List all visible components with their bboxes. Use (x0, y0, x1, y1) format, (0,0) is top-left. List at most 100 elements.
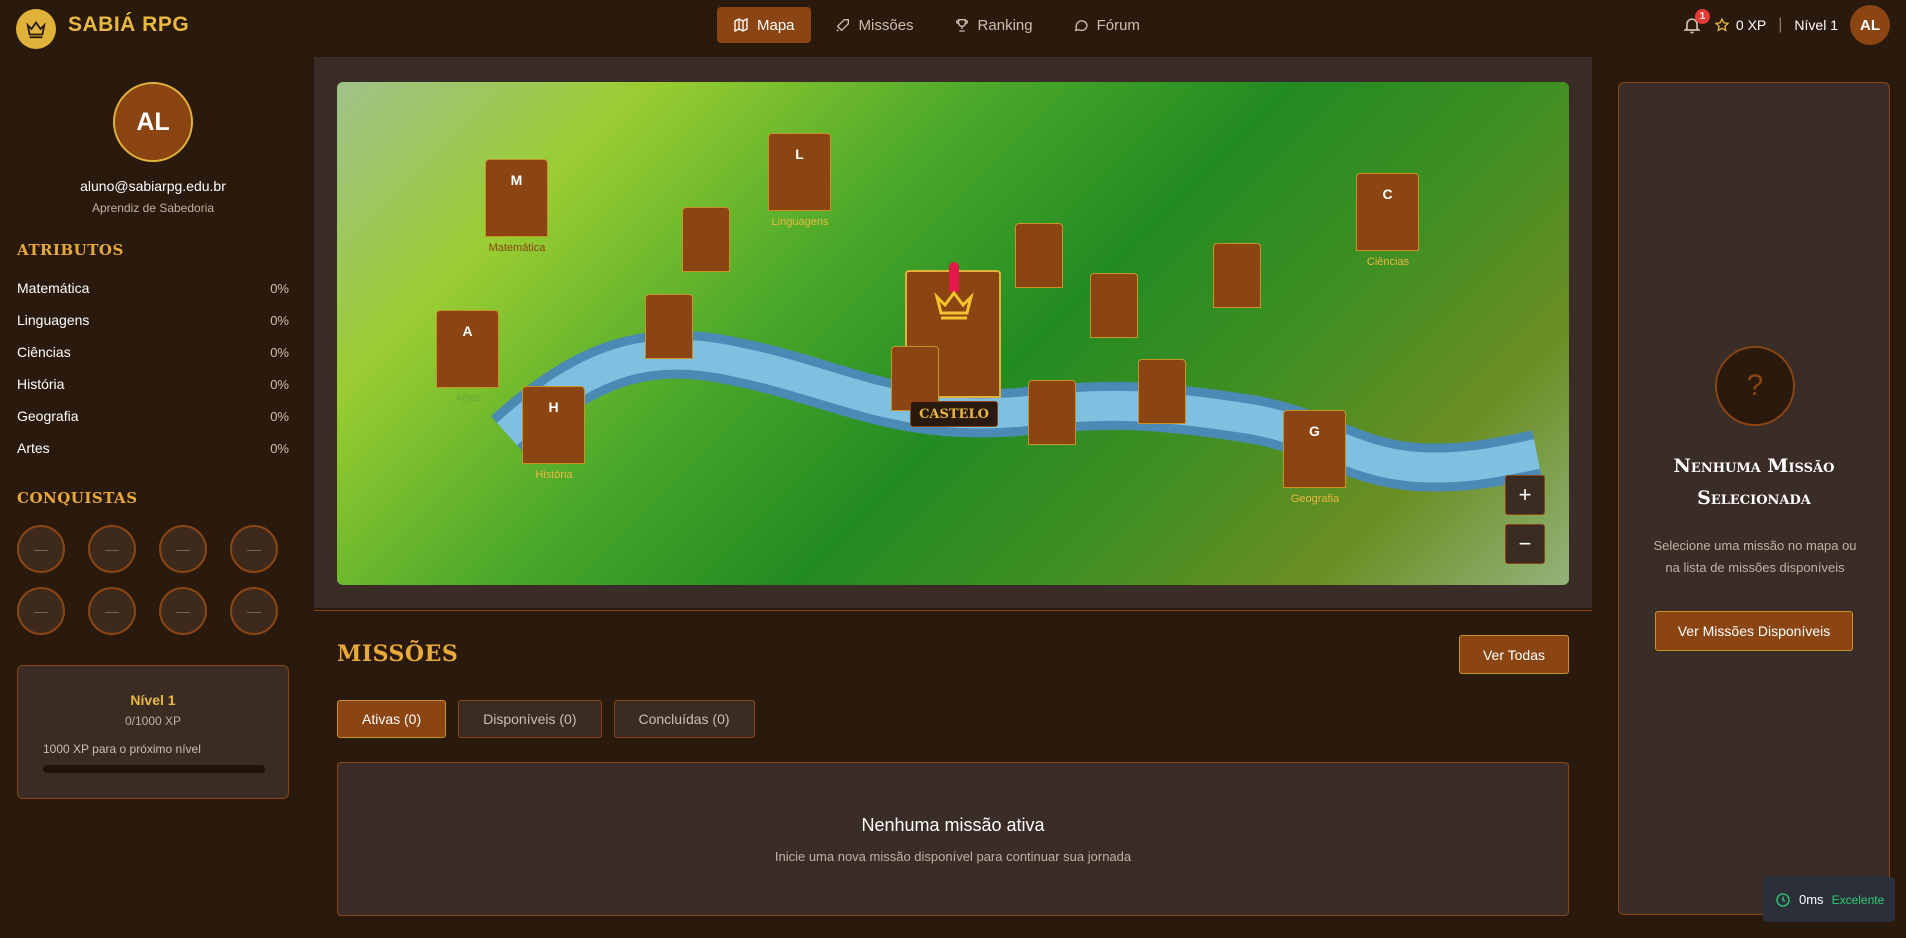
see-all-button[interactable]: Ver Todas (1459, 635, 1569, 674)
empty-title: Nenhuma missão ativa (861, 815, 1045, 835)
map-panel: M Matemática L Linguagens C Ciências A A… (314, 57, 1592, 608)
house[interactable] (1028, 380, 1076, 445)
nav-label: Fórum (1096, 16, 1140, 34)
map-icon (734, 17, 748, 33)
building-label: Linguagens (771, 216, 829, 228)
level-next: 1000 XP para o próximo nível (43, 742, 201, 756)
zoom-in-button[interactable]: + (1505, 475, 1545, 515)
top-header: SABIÁ RPG Mapa Missões Ranking Fórum 1 0… (0, 0, 1906, 50)
no-mission-title: Nenhuma Missão Selecionada (1673, 455, 1835, 509)
house[interactable] (682, 207, 730, 272)
level-progress-bar (43, 765, 265, 773)
achievement-slot[interactable]: — (17, 525, 65, 573)
header-level: Nível 1 (1794, 17, 1838, 33)
header-right: 1 0 XP | Nível 1 AL (1682, 5, 1890, 45)
achievement-slot[interactable]: — (230, 525, 278, 573)
sword-icon (836, 19, 849, 32)
mission-tabs: Ativas (0) Disponíveis (0) Concluídas (0… (337, 700, 755, 738)
crown-logo-icon[interactable] (16, 9, 56, 49)
attribute-name: Matemática (17, 280, 90, 296)
building-ciencias[interactable]: C (1356, 173, 1419, 251)
nav-ranking[interactable]: Ranking (938, 7, 1049, 43)
attribute-value: 0% (270, 440, 289, 456)
location-pin-icon (949, 262, 959, 292)
profile-sidebar: AL aluno@sabiarpg.edu.br Aprendiz de Sab… (0, 56, 306, 938)
notification-badge: 1 (1694, 9, 1710, 24)
attribute-row: Matemática 0% (17, 272, 289, 304)
nav-mapa[interactable]: Mapa (717, 7, 811, 43)
world-map[interactable]: M Matemática L Linguagens C Ciências A A… (337, 82, 1569, 585)
attribute-value: 0% (270, 408, 289, 424)
level-title: Nível 1 (130, 692, 176, 708)
building-geografia[interactable]: G (1283, 410, 1346, 488)
perf-time: 0ms (1799, 892, 1824, 907)
achievement-slot[interactable]: — (230, 587, 278, 635)
nav-missoes[interactable]: Missões (819, 7, 930, 43)
tab-ativas[interactable]: Ativas (0) (337, 700, 447, 738)
attributes-list: Matemática 0% Linguagens 0% Ciências 0% His… (17, 272, 289, 464)
building-label: História (535, 469, 573, 481)
chat-icon (1074, 20, 1088, 32)
castle-label: CASTELO (910, 401, 998, 427)
achievements-title: CONQUISTAS (17, 489, 138, 507)
attribute-row: Artes 0% (17, 432, 289, 464)
question-icon: ? (1715, 346, 1795, 426)
attribute-name: Ciências (17, 344, 71, 360)
bell-icon[interactable]: 1 (1682, 9, 1710, 35)
attribute-name: História (17, 376, 65, 392)
level-card: Nível 1 0/1000 XP 1000 XP para o próximo… (17, 665, 289, 799)
tab-concluidas[interactable]: Concluídas (0) (613, 700, 755, 738)
achievement-slot[interactable]: — (88, 525, 136, 573)
attribute-row: História 0% (17, 368, 289, 400)
achievement-slot[interactable]: — (88, 587, 136, 635)
building-letter: C (1382, 186, 1393, 202)
view-available-missions-button[interactable]: Ver Missões Disponíveis (1655, 611, 1853, 651)
attribute-name: Geografia (17, 408, 79, 424)
crown-icon (934, 290, 974, 320)
building-label: Geografia (1290, 493, 1340, 505)
perf-status: Excelente (1831, 892, 1885, 907)
achievement-slot[interactable]: — (17, 587, 65, 635)
building-letter: A (462, 323, 473, 339)
house[interactable] (645, 294, 693, 359)
profile-avatar: AL (113, 82, 193, 162)
zoom-out-button[interactable]: − (1505, 524, 1545, 564)
building-artes[interactable]: A (436, 310, 499, 388)
building-historia[interactable]: H (522, 386, 585, 464)
clock-icon (1776, 892, 1790, 907)
achievement-slot[interactable]: — (159, 525, 207, 573)
building-matematica[interactable]: M (485, 159, 548, 237)
mission-detail-panel: ? Nenhuma Missão Selecionada Selecione u… (1618, 82, 1890, 915)
attributes-title: ATRIBUTOS (17, 241, 124, 259)
user-email: aluno@sabiarpg.edu.br (80, 178, 226, 194)
achievements-grid: — — — — — — — — (17, 525, 289, 635)
tab-disponiveis[interactable]: Disponíveis (0) (458, 700, 602, 738)
building-letter: L (795, 146, 804, 162)
nav-label: Missões (858, 16, 914, 34)
empty-missions-card: Nenhuma missão ativa Inicie uma nova mis… (337, 762, 1569, 916)
header-avatar[interactable]: AL (1850, 5, 1890, 45)
house[interactable] (1213, 243, 1261, 308)
app-title[interactable]: SABIÁ RPG (68, 13, 189, 37)
missions-title: MISSÕES (337, 641, 459, 667)
building-linguagens[interactable]: L (768, 133, 831, 211)
attribute-row: Linguagens 0% (17, 304, 289, 336)
attribute-value: 0% (270, 344, 289, 360)
performance-widget: 0ms Excelente (1763, 877, 1895, 922)
xp-value: 0 XP (1735, 17, 1767, 33)
nav-forum[interactable]: Fórum (1057, 7, 1156, 43)
building-label: Matemática (488, 242, 546, 254)
nav-label: Mapa (757, 16, 795, 34)
attribute-row: Ciências 0% (17, 336, 289, 368)
no-mission-desc: Selecione uma missão no mapa ou na lista… (1653, 538, 1857, 575)
attribute-value: 0% (270, 312, 289, 328)
house[interactable] (1138, 359, 1186, 424)
house[interactable] (1090, 273, 1138, 338)
building-label: Ciências (1366, 256, 1410, 268)
star-icon (1714, 17, 1730, 32)
nav-label: Ranking (977, 16, 1033, 34)
xp-display: 0 XP (1714, 17, 1766, 33)
missions-section: MISSÕES Ver Todas Ativas (0) Disponíveis… (314, 610, 1592, 938)
house[interactable] (1015, 223, 1063, 288)
achievement-slot[interactable]: — (159, 587, 207, 635)
